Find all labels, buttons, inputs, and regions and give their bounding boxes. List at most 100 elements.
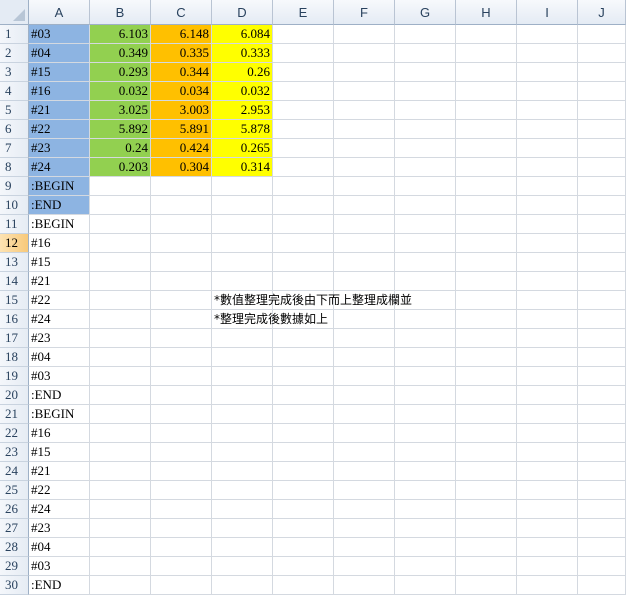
cell-a7[interactable]: #23	[29, 139, 90, 158]
cell-b24[interactable]	[90, 462, 151, 481]
cell-j27[interactable]	[578, 519, 626, 538]
cell-j25[interactable]	[578, 481, 626, 500]
cell-c4[interactable]: 0.034	[151, 82, 212, 101]
row-header-21[interactable]: 21	[0, 405, 29, 424]
cell-i8[interactable]	[517, 158, 578, 177]
cell-f11[interactable]	[334, 215, 395, 234]
cell-i20[interactable]	[517, 386, 578, 405]
cell-c8[interactable]: 0.304	[151, 158, 212, 177]
cell-d24[interactable]	[212, 462, 273, 481]
cell-j17[interactable]	[578, 329, 626, 348]
cell-f13[interactable]	[334, 253, 395, 272]
cell-f12[interactable]	[334, 234, 395, 253]
cell-c12[interactable]	[151, 234, 212, 253]
cell-e8[interactable]	[273, 158, 334, 177]
cell-g4[interactable]	[395, 82, 456, 101]
cell-g2[interactable]	[395, 44, 456, 63]
cell-j26[interactable]	[578, 500, 626, 519]
cell-a22[interactable]: #16	[29, 424, 90, 443]
cell-h7[interactable]	[456, 139, 517, 158]
row-header-15[interactable]: 15	[0, 291, 29, 310]
cell-g28[interactable]	[395, 538, 456, 557]
cell-f6[interactable]	[334, 120, 395, 139]
cell-g26[interactable]	[395, 500, 456, 519]
row-header-5[interactable]: 5	[0, 101, 29, 120]
cell-f9[interactable]	[334, 177, 395, 196]
cell-c7[interactable]: 0.424	[151, 139, 212, 158]
row-header-17[interactable]: 17	[0, 329, 29, 348]
cell-h29[interactable]	[456, 557, 517, 576]
cell-i3[interactable]	[517, 63, 578, 82]
cell-h10[interactable]	[456, 196, 517, 215]
cell-j18[interactable]	[578, 348, 626, 367]
cell-h1[interactable]	[456, 25, 517, 44]
row-header-23[interactable]: 23	[0, 443, 29, 462]
cell-h25[interactable]	[456, 481, 517, 500]
cell-b14[interactable]	[90, 272, 151, 291]
cell-d18[interactable]	[212, 348, 273, 367]
cell-f27[interactable]	[334, 519, 395, 538]
row-header-8[interactable]: 8	[0, 158, 29, 177]
cell-b11[interactable]	[90, 215, 151, 234]
cell-i12[interactable]	[517, 234, 578, 253]
cell-g13[interactable]	[395, 253, 456, 272]
cell-b26[interactable]	[90, 500, 151, 519]
cell-j14[interactable]	[578, 272, 626, 291]
cell-c3[interactable]: 0.344	[151, 63, 212, 82]
cell-h6[interactable]	[456, 120, 517, 139]
cell-h15[interactable]	[456, 291, 517, 310]
cell-h8[interactable]	[456, 158, 517, 177]
row-header-9[interactable]: 9	[0, 177, 29, 196]
cell-i17[interactable]	[517, 329, 578, 348]
cell-f29[interactable]	[334, 557, 395, 576]
cell-b4[interactable]: 0.032	[90, 82, 151, 101]
cell-h11[interactable]	[456, 215, 517, 234]
cell-b10[interactable]	[90, 196, 151, 215]
cell-b29[interactable]	[90, 557, 151, 576]
cell-f1[interactable]	[334, 25, 395, 44]
cell-i21[interactable]	[517, 405, 578, 424]
cell-g20[interactable]	[395, 386, 456, 405]
cell-h9[interactable]	[456, 177, 517, 196]
cell-g11[interactable]	[395, 215, 456, 234]
cell-j3[interactable]	[578, 63, 626, 82]
cell-i4[interactable]	[517, 82, 578, 101]
cell-e11[interactable]	[273, 215, 334, 234]
cell-c23[interactable]	[151, 443, 212, 462]
cell-g21[interactable]	[395, 405, 456, 424]
cell-h26[interactable]	[456, 500, 517, 519]
cell-i5[interactable]	[517, 101, 578, 120]
cell-i23[interactable]	[517, 443, 578, 462]
cell-c11[interactable]	[151, 215, 212, 234]
cell-a15[interactable]: #22	[29, 291, 90, 310]
cell-i22[interactable]	[517, 424, 578, 443]
cell-j11[interactable]	[578, 215, 626, 234]
cell-a25[interactable]: #22	[29, 481, 90, 500]
cell-f21[interactable]	[334, 405, 395, 424]
cell-f25[interactable]	[334, 481, 395, 500]
column-header-e[interactable]: E	[273, 0, 334, 25]
cell-a16[interactable]: #24	[29, 310, 90, 329]
cell-i9[interactable]	[517, 177, 578, 196]
cell-g16[interactable]	[395, 310, 456, 329]
cell-g18[interactable]	[395, 348, 456, 367]
row-header-22[interactable]: 22	[0, 424, 29, 443]
cell-i19[interactable]	[517, 367, 578, 386]
cell-d6[interactable]: 5.878	[212, 120, 273, 139]
cell-d22[interactable]	[212, 424, 273, 443]
cell-j20[interactable]	[578, 386, 626, 405]
cell-e22[interactable]	[273, 424, 334, 443]
row-header-25[interactable]: 25	[0, 481, 29, 500]
cell-c19[interactable]	[151, 367, 212, 386]
cell-d20[interactable]	[212, 386, 273, 405]
cell-d25[interactable]	[212, 481, 273, 500]
cell-g6[interactable]	[395, 120, 456, 139]
cell-e17[interactable]	[273, 329, 334, 348]
cell-h12[interactable]	[456, 234, 517, 253]
cell-d17[interactable]	[212, 329, 273, 348]
column-header-j[interactable]: J	[578, 0, 626, 25]
cell-e13[interactable]	[273, 253, 334, 272]
cell-f20[interactable]	[334, 386, 395, 405]
cell-b2[interactable]: 0.349	[90, 44, 151, 63]
cell-d28[interactable]	[212, 538, 273, 557]
